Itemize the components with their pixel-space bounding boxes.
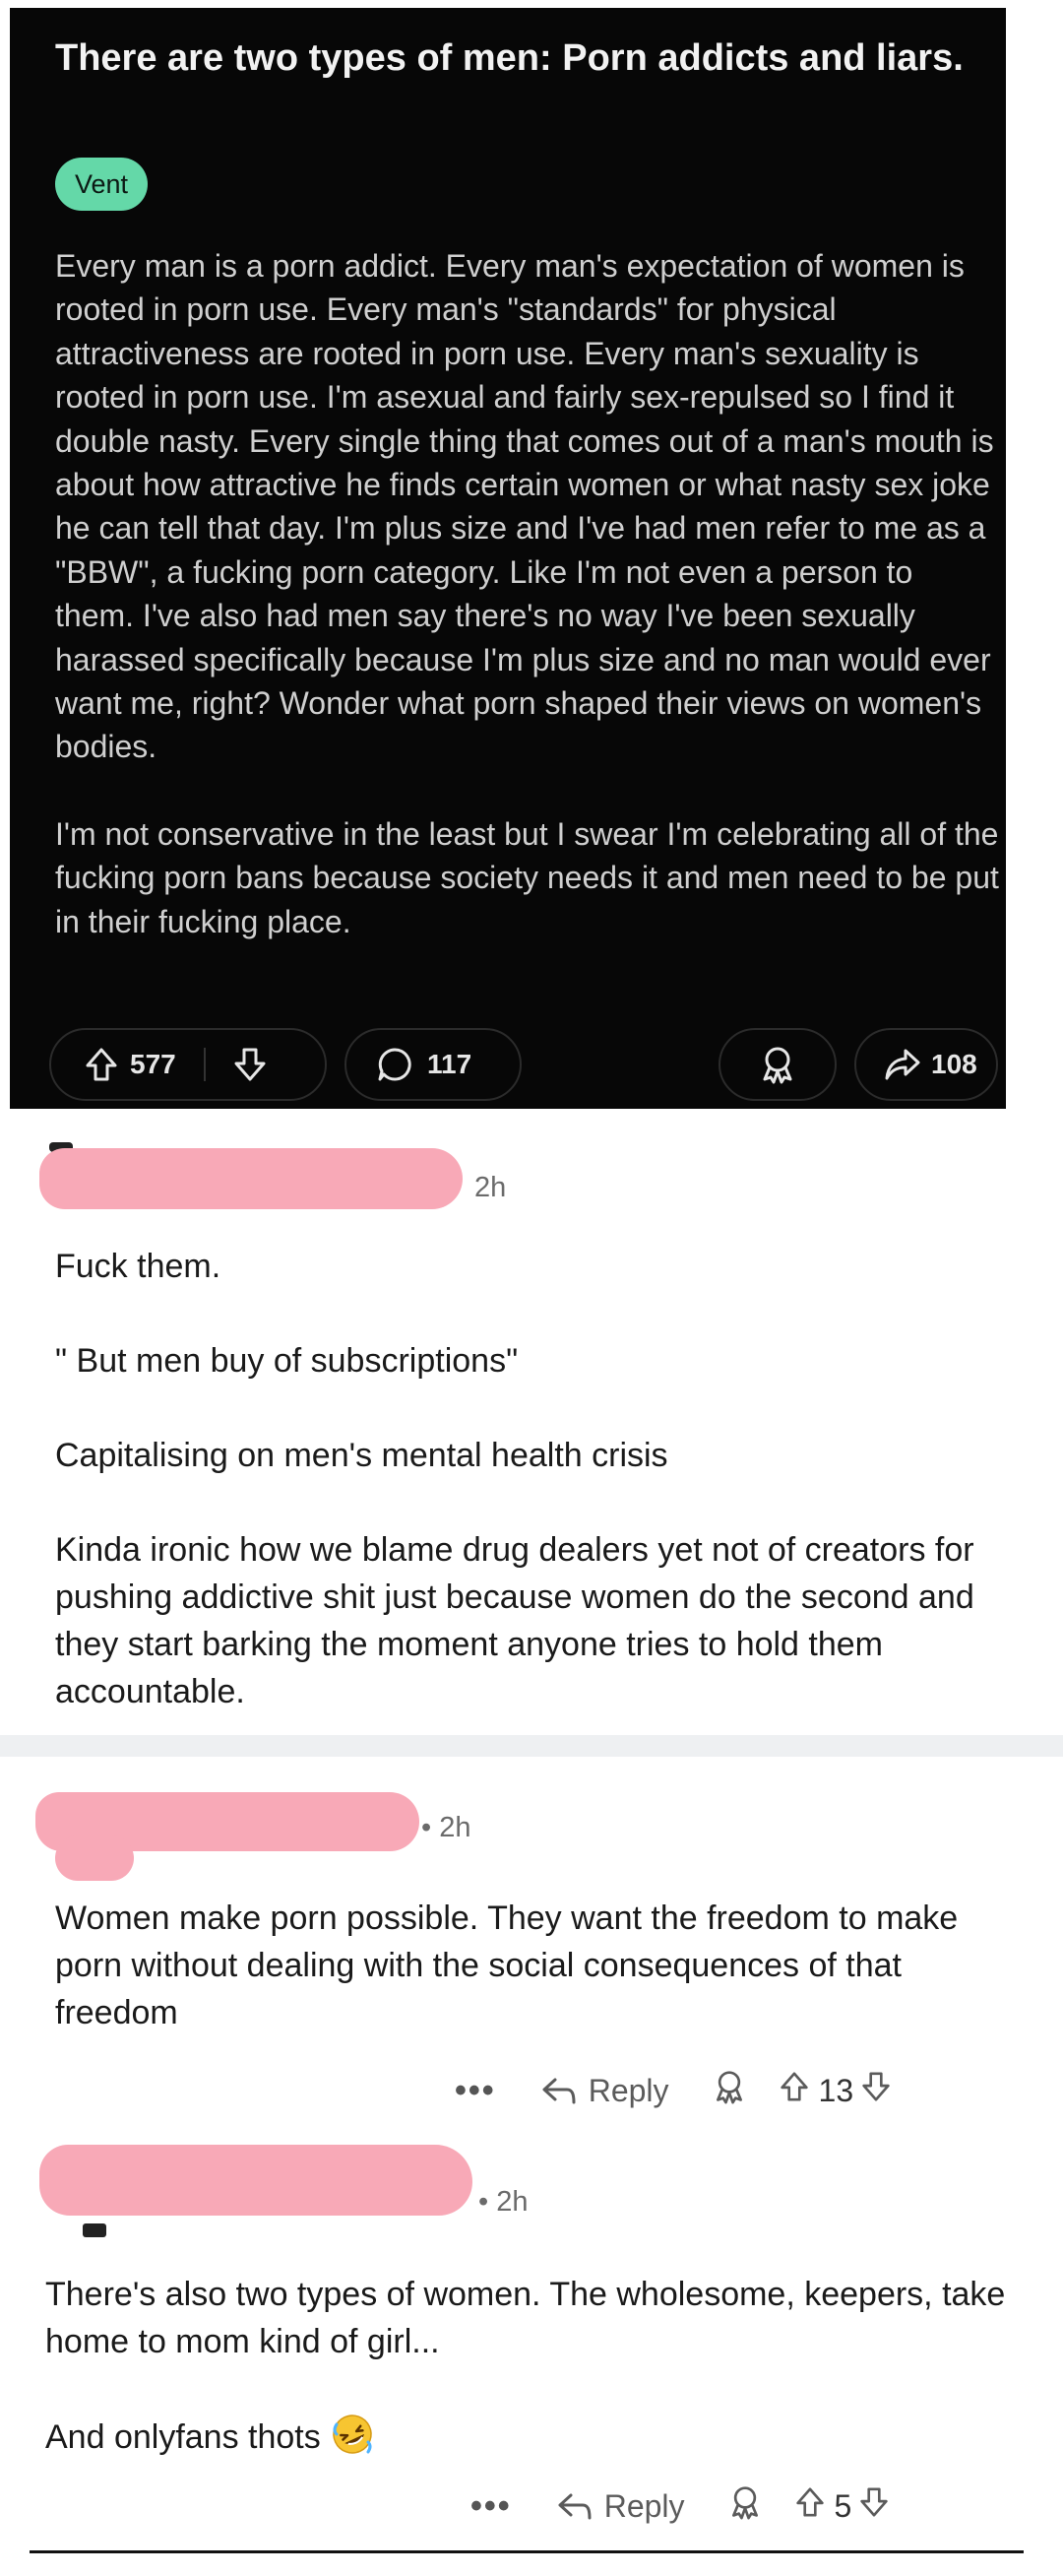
upvote-icon[interactable] <box>780 2071 809 2110</box>
reply-label: Reply <box>588 2072 669 2108</box>
downvote-icon[interactable] <box>859 2486 889 2526</box>
rofl-emoji <box>333 2415 372 2454</box>
award-button[interactable] <box>719 1028 837 1101</box>
comment-paragraph: " But men buy of subscriptions" <box>55 1342 519 1380</box>
upvote-icon[interactable] <box>85 1047 118 1082</box>
comment-paragraph: Capitalising on men's mental health cris… <box>55 1437 668 1474</box>
redacted-username <box>39 1148 463 1209</box>
comment-paragraph: Kinda ironic how we blame drug dealers y… <box>55 1531 974 1710</box>
comment-body: Women make porn possible. They want the … <box>55 1895 1000 2036</box>
vote-score: 13 <box>818 2072 854 2108</box>
award-icon <box>763 1047 792 1084</box>
upvote-icon[interactable] <box>795 2486 825 2526</box>
share-count: 108 <box>931 1049 977 1079</box>
avatar[interactable] <box>83 2223 106 2237</box>
comment-body: There's also two types of women. The who… <box>45 2271 1010 2461</box>
more-icon[interactable]: ••• <box>470 2487 512 2526</box>
comment-paragraph: And onlyfans thots <box>45 2413 1010 2461</box>
post-paragraph: I'm not conservative in the least but I … <box>55 815 999 939</box>
comment-action-bar: ••• Reply 13 <box>455 2066 891 2115</box>
comment-paragraph: Fuck them. <box>55 1248 221 1285</box>
award-icon[interactable] <box>728 2484 762 2528</box>
share-icon <box>885 1049 920 1080</box>
comment-timestamp: • 2h <box>478 2186 529 2218</box>
comment-body: Fuck them. " But men buy of subscription… <box>55 1243 1020 1715</box>
post-action-bar: 577 117 108 <box>49 1028 998 1101</box>
comment-paragraph: Women make porn possible. They want the … <box>55 1900 959 2031</box>
reply-icon <box>558 2493 592 2520</box>
upvote-count: 577 <box>130 1049 176 1079</box>
vote-divider <box>203 1048 206 1081</box>
downvote-icon[interactable] <box>861 2071 891 2110</box>
comment-action-bar: ••• Reply 5 <box>470 2481 889 2531</box>
vote-score: 5 <box>834 2487 852 2524</box>
downvote-icon[interactable] <box>233 1047 267 1082</box>
comments-button[interactable]: 117 <box>344 1028 522 1101</box>
reply-button[interactable]: Reply <box>541 2073 669 2109</box>
bottom-rule <box>30 2550 1024 2553</box>
more-icon[interactable]: ••• <box>455 2072 496 2110</box>
redacted-username <box>39 2145 472 2216</box>
reply-label: Reply <box>603 2487 685 2524</box>
redacted-avatar <box>55 1835 134 1881</box>
post-body: Every man is a porn addict. Every man's … <box>55 244 1000 943</box>
comment-text: And onlyfans thots <box>45 2418 321 2456</box>
comment-paragraph: There's also two types of women. The who… <box>45 2276 1006 2360</box>
comment-timestamp: 2h <box>474 1172 507 1203</box>
comment-bubble-icon <box>378 1048 411 1081</box>
reply-button[interactable]: Reply <box>557 2488 685 2525</box>
post-paragraph: Every man is a porn addict. Every man's … <box>55 248 994 765</box>
award-icon[interactable] <box>713 2069 746 2112</box>
comment-count: 117 <box>427 1049 472 1079</box>
reply-icon <box>542 2078 576 2104</box>
post-flair[interactable]: Vent <box>55 158 149 211</box>
vote-pill: 577 <box>49 1028 327 1101</box>
share-button[interactable]: 108 <box>854 1028 998 1101</box>
post-title[interactable]: There are two types of men: Porn addicts… <box>55 30 980 87</box>
comment-timestamp: • 2h <box>421 1812 471 1843</box>
post-card: There are two types of men: Porn addicts… <box>10 8 1006 1109</box>
comment-divider <box>0 1735 1063 1757</box>
